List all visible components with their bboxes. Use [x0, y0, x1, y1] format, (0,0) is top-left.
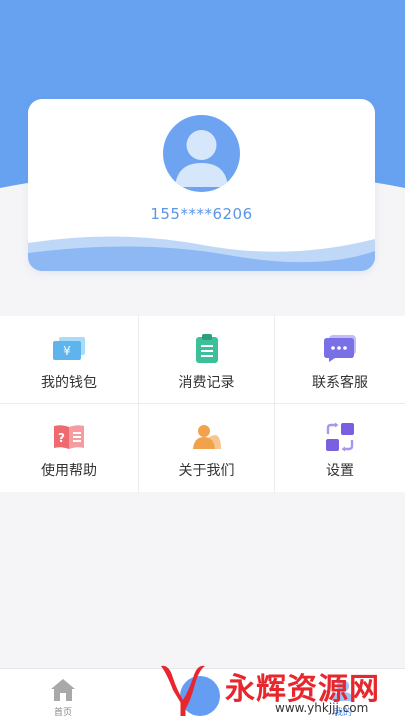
content-empty-area: [0, 492, 405, 668]
menu-label: 设置: [326, 463, 354, 479]
tab-home[interactable]: 首页: [38, 669, 88, 720]
menu-item-wallet[interactable]: ¥ 我的钱包: [0, 316, 139, 404]
menu-label: 消费记录: [178, 375, 235, 391]
menu-label: 关于我们: [178, 463, 235, 479]
wallet-icon: ¥: [52, 334, 86, 364]
avatar[interactable]: [163, 115, 240, 192]
menu-item-consumption-records[interactable]: 消费记录: [139, 316, 275, 404]
phone-number: 155****6206: [150, 205, 253, 223]
svg-text:¥: ¥: [63, 344, 71, 358]
menu-item-settings[interactable]: 设置: [275, 404, 405, 492]
menu-label: 联系客服: [312, 375, 368, 391]
tab-mine[interactable]: 我的: [318, 669, 368, 720]
home-icon: [51, 679, 75, 701]
user-tab-icon: [332, 680, 354, 701]
tab-home-label: 首页: [53, 708, 72, 718]
center-action-button[interactable]: [180, 676, 220, 716]
person-icon: [190, 422, 224, 452]
user-avatar-icon: [175, 130, 228, 187]
menu-label: 我的钱包: [41, 375, 97, 391]
profile-card: 155****6206: [28, 99, 375, 271]
settings-swap-icon: [323, 422, 357, 452]
card-wave-decoration: [28, 236, 375, 271]
chat-icon: [323, 334, 357, 364]
menu-item-customer-service[interactable]: 联系客服: [275, 316, 405, 404]
menu-item-about[interactable]: 关于我们: [139, 404, 275, 492]
menu-label: 使用帮助: [41, 463, 97, 479]
svg-text:?: ?: [58, 431, 65, 445]
menu-item-help[interactable]: ? 使用帮助: [0, 404, 139, 492]
tab-mine-label: 我的: [333, 708, 352, 718]
help-book-icon: ?: [52, 422, 86, 452]
clipboard-icon: [190, 334, 224, 364]
menu-grid: ¥ 我的钱包 消费记录 联系客服 ? 使用帮助 关于我们 设置: [0, 316, 405, 492]
